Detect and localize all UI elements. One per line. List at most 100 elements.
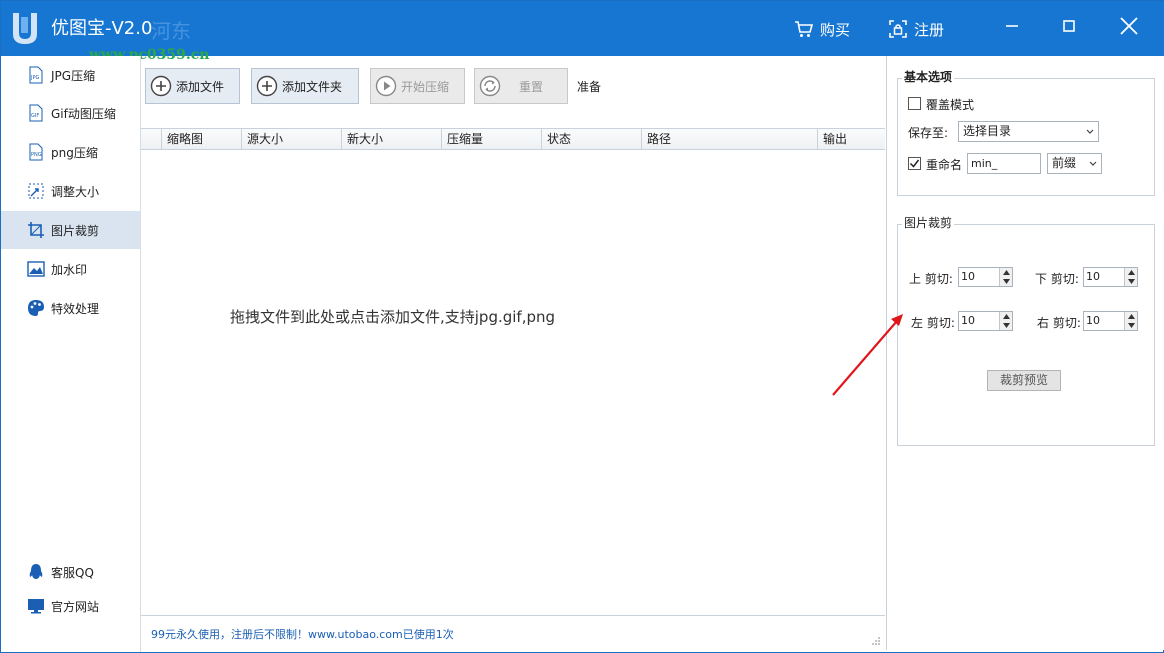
reset-button[interactable]: 重置 [474, 68, 568, 104]
sidebar-item-label: 官方网站 [51, 599, 100, 614]
status-bar-text[interactable]: 99元永久使用，注册后不限制！www.utobao.com已使用1次 [151, 626, 454, 642]
rename-checkbox[interactable] [908, 157, 921, 170]
rename-prefix-input[interactable]: min_ [967, 153, 1041, 174]
crop-left-stepper[interactable]: 10 [958, 311, 1013, 331]
sidebar-item-label: 客服QQ [51, 565, 94, 580]
down-arrow-icon[interactable] [1000, 321, 1012, 330]
add-file-button[interactable]: 添加文件 [145, 68, 240, 104]
watermark-logo-text: 河东 [151, 19, 191, 43]
sidebar: JPG JPG压缩 GIF Gif动图压缩 PNG png压缩 调整大小 图片裁… [1, 56, 141, 652]
crop-left-value: 10 [961, 314, 975, 327]
sidebar-item-watermark[interactable]: 加水印 [1, 250, 140, 288]
png-icon: PNG [27, 143, 45, 161]
sidebar-item-effects[interactable]: 特效处理 [1, 289, 140, 327]
crop-group [897, 224, 1155, 446]
save-to-value: 选择目录 [963, 124, 1012, 138]
options-panel: 基本选项 覆盖模式 保存至: 选择目录 重命名 min_ 前缀 图片裁剪 上 剪… [886, 56, 1164, 650]
rename-mode-value: 前缀 [1052, 156, 1077, 170]
svg-text:GIF: GIF [31, 113, 39, 119]
minimize-button[interactable] [995, 11, 1029, 41]
buy-label: 购买 [820, 20, 851, 39]
save-to-select[interactable]: 选择目录 [958, 121, 1099, 142]
close-icon [1120, 17, 1138, 35]
column-output[interactable]: 输出 [817, 129, 885, 150]
app-title: 优图宝-V2.0 [51, 18, 153, 39]
rename-label: 重命名 [926, 158, 963, 172]
status-label: 准备 [577, 80, 602, 94]
chevron-down-icon [1086, 129, 1094, 134]
play-circle-icon [375, 75, 397, 97]
stepper-buttons[interactable] [999, 312, 1012, 330]
svg-text:JPG: JPG [30, 75, 39, 81]
up-arrow-icon[interactable] [1125, 268, 1137, 277]
down-arrow-icon[interactable] [1000, 277, 1012, 286]
crop-title: 图片裁剪 [902, 214, 955, 231]
resize-grip-icon[interactable] [871, 636, 881, 646]
overwrite-checkbox[interactable] [908, 97, 921, 110]
stepper-buttons[interactable] [1124, 268, 1137, 286]
reset-label: 重置 [519, 79, 544, 94]
plus-circle-icon [256, 75, 278, 97]
crop-right-label: 右 剪切: [1037, 316, 1081, 330]
stepper-buttons[interactable] [1124, 312, 1137, 330]
svg-text:PNG: PNG [31, 152, 42, 158]
plus-circle-icon [150, 75, 172, 97]
up-arrow-icon[interactable] [1000, 312, 1012, 321]
sidebar-item-label: JPG压缩 [51, 68, 96, 83]
down-arrow-icon[interactable] [1125, 277, 1137, 286]
sidebar-item-jpg[interactable]: JPG JPG压缩 [1, 56, 140, 94]
add-folder-button[interactable]: 添加文件夹 [251, 68, 359, 104]
sidebar-item-png[interactable]: PNG png压缩 [1, 133, 140, 171]
qq-icon [27, 563, 45, 581]
image-icon [27, 260, 45, 278]
file-drop-area[interactable]: 拖拽文件到此处或点击添加文件,支持jpg.gif,png [141, 151, 885, 615]
start-compress-label: 开始压缩 [401, 79, 450, 94]
check-icon [909, 159, 920, 168]
close-button[interactable] [1112, 11, 1146, 41]
sidebar-item-label: png压缩 [51, 145, 98, 160]
title-bar[interactable]: 优图宝-V2.0 河东 www.pc0359.cn 购买 注册 [1, 1, 1164, 63]
crop-bottom-stepper[interactable]: 10 [1083, 267, 1138, 287]
basic-options-title: 基本选项 [902, 68, 955, 85]
buy-button[interactable]: 购买 [794, 17, 850, 41]
file-table-header: 缩略图 源大小 新大小 压缩量 状态 路径 输出 [141, 128, 885, 150]
toolbar: 添加文件 添加文件夹 开始压缩 重置 准备 [141, 56, 885, 126]
start-compress-button[interactable]: 开始压缩 [370, 68, 465, 104]
save-to-label: 保存至: [908, 126, 949, 140]
column-thumbnail[interactable]: 缩略图 [161, 129, 241, 150]
column-compression[interactable]: 压缩量 [441, 129, 541, 150]
up-arrow-icon[interactable] [1000, 268, 1012, 277]
column-status[interactable]: 状态 [541, 129, 641, 150]
down-arrow-icon[interactable] [1125, 321, 1137, 330]
drop-hint: 拖拽文件到此处或点击添加文件,支持jpg.gif,png [230, 308, 556, 326]
sidebar-item-website[interactable]: 官方网站 [1, 587, 140, 625]
crop-right-stepper[interactable]: 10 [1083, 311, 1138, 331]
sidebar-item-gif[interactable]: GIF Gif动图压缩 [1, 94, 140, 132]
crop-right-value: 10 [1086, 314, 1100, 327]
crop-top-label: 上 剪切: [909, 272, 953, 286]
sidebar-item-label: Gif动图压缩 [51, 106, 116, 121]
sidebar-item-label: 调整大小 [51, 184, 100, 199]
minimize-icon [1006, 25, 1018, 27]
chevron-down-icon [1089, 161, 1097, 166]
up-arrow-icon[interactable] [1125, 312, 1137, 321]
column-source-size[interactable]: 源大小 [241, 129, 341, 150]
column-path[interactable]: 路径 [641, 129, 817, 150]
register-lock-icon [889, 20, 907, 38]
register-button[interactable]: 注册 [888, 17, 944, 41]
sidebar-item-label: 加水印 [51, 262, 88, 277]
sidebar-item-label: 图片裁剪 [51, 223, 100, 238]
sidebar-item-crop[interactable]: 图片裁剪 [1, 211, 140, 249]
refresh-icon [479, 75, 501, 97]
crop-top-stepper[interactable]: 10 [958, 267, 1013, 287]
stepper-buttons[interactable] [999, 268, 1012, 286]
sidebar-item-resize[interactable]: 调整大小 [1, 172, 140, 210]
sidebar-item-qq[interactable]: 客服QQ [1, 553, 140, 591]
column-new-size[interactable]: 新大小 [341, 129, 441, 150]
rename-mode-select[interactable]: 前缀 [1047, 153, 1102, 174]
crop-top-value: 10 [961, 270, 975, 283]
maximize-icon [1063, 20, 1075, 32]
maximize-button[interactable] [1052, 11, 1086, 41]
crop-preview-button[interactable]: 裁剪预览 [987, 370, 1061, 391]
overwrite-label: 覆盖模式 [926, 98, 975, 112]
